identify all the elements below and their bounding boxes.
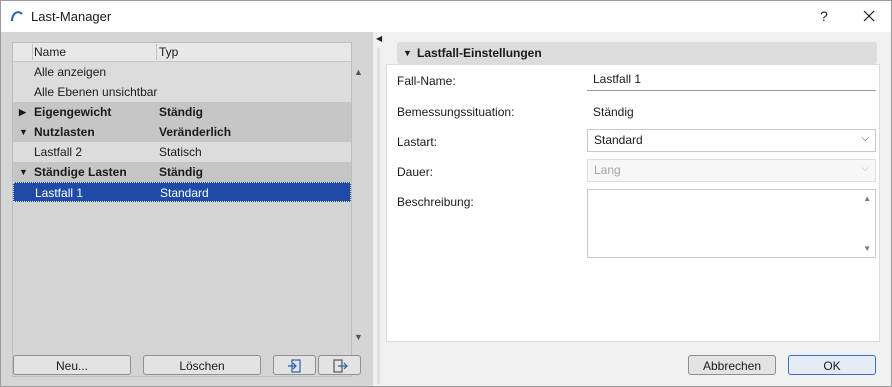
row-typ: Standard	[160, 186, 209, 200]
last-manager-window: Last-Manager ? Name Typ Alle anzeigen Al…	[0, 0, 892, 387]
row-typ: Veränderlich	[159, 125, 232, 139]
title-bar: Last-Manager ?	[1, 1, 891, 32]
bemessung-value: Ständig	[593, 105, 634, 119]
fall-name-input[interactable]: Lastfall 1	[587, 69, 876, 91]
window-title: Last-Manager	[31, 9, 112, 24]
lastart-value: Standard	[594, 133, 643, 147]
import-icon	[287, 359, 301, 373]
cancel-button[interactable]: Abbrechen	[688, 355, 776, 375]
row-name: Alle anzeigen	[34, 65, 107, 79]
collapse-left-icon[interactable]: ◀	[376, 34, 382, 43]
fall-name-value: Lastfall 1	[593, 72, 642, 86]
lastart-label: Lastart:	[397, 135, 438, 149]
column-header-typ[interactable]: Typ	[159, 45, 178, 59]
column-separator[interactable]	[156, 44, 157, 60]
export-icon	[332, 359, 348, 373]
row-name: Alle Ebenen unsichtbar	[34, 85, 158, 99]
help-button[interactable]: ?	[804, 1, 844, 32]
close-button[interactable]	[847, 1, 891, 32]
row-typ: Ständig	[159, 165, 203, 179]
tree-row-lastfall-2[interactable]: Lastfall 2 Statisch	[13, 142, 351, 162]
tree-row-staendige-lasten[interactable]: ▼ Ständige Lasten Ständig	[13, 162, 351, 182]
ok-button[interactable]: OK	[788, 355, 876, 375]
export-button[interactable]	[318, 355, 361, 375]
new-button[interactable]: Neu...	[13, 355, 131, 375]
question-icon: ?	[820, 8, 828, 24]
fall-name-label: Fall-Name:	[397, 74, 456, 88]
close-icon	[863, 10, 875, 22]
bemessung-label: Bemessungssituation:	[397, 105, 515, 119]
column-header-name[interactable]: Name	[34, 45, 66, 59]
row-typ: Ständig	[159, 105, 203, 119]
row-typ: Statisch	[159, 145, 202, 159]
scroll-down-icon[interactable]: ▼	[354, 332, 363, 342]
load-case-tree[interactable]: Name Typ Alle anzeigen Alle Ebenen unsic…	[12, 42, 352, 377]
row-name: Nutzlasten	[34, 125, 95, 139]
section-title: Lastfall-Einstellungen	[417, 46, 542, 60]
arc-icon	[11, 11, 23, 22]
dauer-select: Lang ⌵	[587, 159, 876, 182]
chevron-down-icon: ⌵	[861, 133, 869, 144]
beschreibung-textarea[interactable]: ▲ ▼	[587, 189, 876, 258]
tree-row-nutzlasten[interactable]: ▼ Nutzlasten Veränderlich	[13, 122, 351, 142]
import-button[interactable]	[273, 355, 316, 375]
tree-row-lastfall-1[interactable]: Lastfall 1 Standard	[13, 182, 351, 202]
tree-header: Name Typ	[13, 43, 351, 62]
tree-scrollbar[interactable]: ▲ ▼	[351, 42, 367, 375]
beschreibung-label: Beschreibung:	[397, 195, 474, 209]
tree-row-hide-layers[interactable]: Alle Ebenen unsichtbar	[13, 82, 351, 102]
row-name: Eigengewicht	[34, 105, 112, 119]
collapse-arrow-icon[interactable]: ▼	[403, 42, 412, 64]
chevron-down-icon: ⌵	[861, 163, 869, 174]
scroll-down-icon[interactable]: ▼	[863, 244, 871, 253]
section-header[interactable]: ▼ Lastfall-Einstellungen	[397, 42, 877, 64]
collapse-arrow-icon[interactable]: ▼	[19, 162, 28, 182]
dauer-label: Dauer:	[397, 165, 434, 179]
scroll-up-icon[interactable]: ▲	[354, 67, 363, 77]
pane-splitter[interactable]: ◀	[373, 32, 385, 386]
dauer-value: Lang	[594, 163, 621, 177]
column-separator[interactable]	[32, 44, 33, 60]
delete-button[interactable]: Löschen	[143, 355, 261, 375]
expand-arrow-icon[interactable]: ▶	[19, 102, 26, 122]
row-name: Ständige Lasten	[34, 165, 127, 179]
row-name: Lastfall 2	[34, 145, 83, 159]
splitter-handle[interactable]	[377, 48, 380, 384]
tree-row-show-all[interactable]: Alle anzeigen	[13, 62, 351, 82]
row-name: Lastfall 1	[35, 186, 84, 200]
lastart-select[interactable]: Standard ⌵	[587, 129, 876, 152]
left-pane: Name Typ Alle anzeigen Alle Ebenen unsic…	[1, 32, 373, 386]
collapse-arrow-icon[interactable]: ▼	[19, 122, 28, 142]
scroll-up-icon[interactable]: ▲	[863, 194, 871, 203]
tree-row-eigengewicht[interactable]: ▶ Eigengewicht Ständig	[13, 102, 351, 122]
